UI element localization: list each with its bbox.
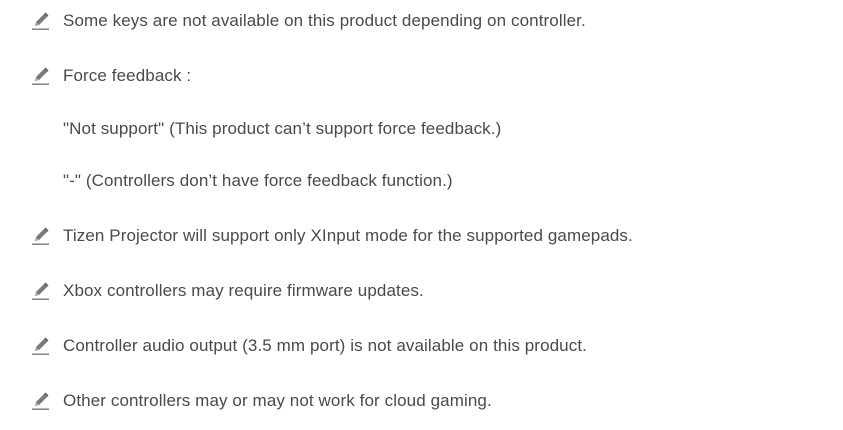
sub-item: "Not support" (This product can’t suppor…	[63, 114, 501, 144]
note-pencil-icon	[31, 391, 51, 411]
note-pencil-icon	[31, 66, 51, 86]
note-text: Some keys are not available on this prod…	[63, 11, 586, 30]
note-item: Xbox controllers may require firmware up…	[31, 276, 424, 306]
note-text: Controller audio output (3.5 mm port) is…	[63, 336, 587, 355]
note-pencil-icon	[31, 226, 51, 246]
force-feedback-detail: "Not support" (This product can’t suppor…	[63, 119, 502, 138]
note-pencil-icon	[31, 336, 51, 356]
force-feedback-detail: "-" (Controllers don’t have force feedba…	[63, 171, 453, 190]
note-text: Xbox controllers may require firmware up…	[63, 281, 424, 300]
note-text: Tizen Projector will support only XInput…	[63, 226, 633, 245]
note-item: Force feedback :	[31, 61, 191, 91]
note-item: Tizen Projector will support only XInput…	[31, 221, 633, 251]
note-item: Other controllers may or may not work fo…	[31, 386, 492, 416]
note-item: Controller audio output (3.5 mm port) is…	[31, 331, 587, 361]
note-pencil-icon	[31, 11, 51, 31]
note-pencil-icon	[31, 281, 51, 301]
note-text: Other controllers may or may not work fo…	[63, 391, 492, 410]
note-text: Force feedback :	[63, 66, 192, 85]
note-item: Some keys are not available on this prod…	[31, 6, 586, 36]
sub-item: "-" (Controllers don’t have force feedba…	[63, 166, 453, 196]
